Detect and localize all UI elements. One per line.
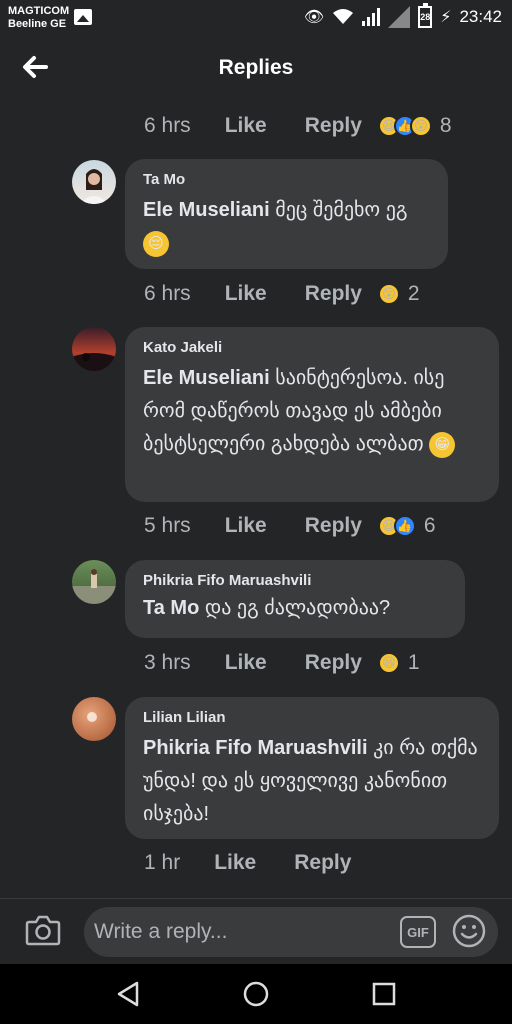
reply-button[interactable]: Reply	[305, 514, 362, 538]
mention-link[interactable]: Ta Mo	[143, 597, 199, 619]
reply-button[interactable]: Reply	[305, 114, 362, 138]
reply-input[interactable]: Write a reply... GIF	[84, 907, 498, 957]
comment-body: მეც შემეხო ეგ	[275, 199, 408, 221]
grin-emoji: 😁	[429, 431, 456, 458]
camera-icon[interactable]	[24, 913, 62, 947]
like-reaction-icon: 👍	[393, 515, 416, 537]
page-title: Replies	[218, 56, 294, 79]
signal-icon	[362, 8, 381, 26]
comment-time[interactable]: 3 hrs	[144, 651, 191, 675]
reply-composer: Write a reply... GIF	[0, 898, 512, 964]
like-button[interactable]: Like	[214, 851, 256, 875]
carrier-line2: Beeline GE	[8, 18, 67, 30]
comment-time[interactable]: 1 hr	[144, 851, 180, 875]
battery-icon: 28	[418, 3, 433, 28]
carrier-label: MAGTICOM Beeline GE	[8, 5, 69, 31]
gallery-notification-icon	[74, 9, 92, 25]
nav-home-icon[interactable]	[242, 980, 270, 1008]
comment-bubble[interactable]: Lilian Lilian Phikria Fifo Maruashvili კ…	[125, 697, 499, 839]
header: Replies	[0, 36, 512, 100]
reaction-count[interactable]: 8	[440, 114, 452, 138]
comment-author[interactable]: Ta Mo	[143, 171, 430, 188]
like-button[interactable]: Like	[225, 514, 267, 538]
haha-reaction-icon: 😆	[377, 652, 400, 674]
wow-reaction-icon: 😮	[377, 283, 400, 305]
reply-button[interactable]: Reply	[305, 282, 362, 306]
comment-time[interactable]: 5 hrs	[144, 514, 191, 538]
comment-author[interactable]: Phikria Fifo Maruashvili	[143, 572, 447, 589]
reaction-icons[interactable]: 😆	[377, 652, 400, 674]
reaction-icons[interactable]: 😮	[377, 283, 400, 305]
comment-actions: 1 hr Like Reply	[144, 851, 367, 875]
gif-label: GIF	[407, 924, 429, 940]
wow-reaction-icon: 😮	[409, 115, 432, 137]
charging-icon: ⚡	[440, 9, 452, 26]
comment-actions: 6 hrs Like Reply 😮 2	[144, 282, 420, 306]
comment-time[interactable]: 6 hrs	[144, 114, 191, 138]
system-nav-bar	[0, 964, 512, 1024]
comment-bubble[interactable]: Phikria Fifo Maruashvili Ta Mo და ეგ ძალ…	[125, 560, 465, 638]
comment-actions: 5 hrs Like Reply 😆 👍 6	[144, 514, 436, 538]
like-button[interactable]: Like	[225, 651, 267, 675]
nav-back-icon[interactable]	[115, 980, 141, 1008]
status-bar: MAGTICOM Beeline GE 👁 28 ⚡ 23:42	[0, 0, 512, 36]
comment-text: Ta Mo და ეგ ძალადობაა?	[143, 595, 447, 621]
avatar-photo	[87, 712, 97, 722]
signal-2-icon	[388, 6, 411, 28]
like-button[interactable]: Like	[225, 114, 267, 138]
comment-bubble[interactable]: Kato Jakeli Ele Museliani საინტერესოა. ი…	[125, 327, 499, 502]
comment-author[interactable]: Kato Jakeli	[143, 339, 481, 356]
wifi-icon	[333, 9, 354, 24]
eye-icon: 👁	[303, 9, 325, 26]
gif-icon[interactable]: GIF	[400, 916, 436, 948]
reaction-count[interactable]: 2	[408, 282, 420, 306]
avatar[interactable]	[72, 560, 116, 604]
comment-text: Ele Museliani საინტერესოა. ისე რომ დაწერ…	[143, 362, 481, 461]
avatar[interactable]	[72, 697, 116, 741]
reaction-count[interactable]: 1	[408, 651, 420, 675]
avatar[interactable]	[72, 160, 116, 204]
status-icons: 👁 28 ⚡ 23:42	[303, 3, 502, 28]
avatar-photo	[80, 169, 108, 204]
comment-bubble[interactable]: Ta Mo Ele Museliani მეც შემეხო ეგ 😔	[125, 159, 448, 269]
mention-link[interactable]: Ele Museliani	[143, 367, 270, 389]
clock: 23:42	[459, 7, 502, 26]
reply-button[interactable]: Reply	[305, 651, 362, 675]
mention-link[interactable]: Ele Museliani	[143, 199, 270, 221]
avatar-photo	[72, 353, 116, 371]
reply-input-placeholder: Write a reply...	[94, 920, 228, 943]
comment-actions: 3 hrs Like Reply 😆 1	[144, 651, 420, 675]
battery-level: 28	[420, 12, 431, 22]
reaction-count[interactable]: 6	[424, 514, 436, 538]
comment-text: Phikria Fifo Maruashvili კი რა თქმა უნდა…	[143, 732, 481, 831]
carrier-line1: MAGTICOM	[8, 5, 70, 17]
comment-body: და ეგ ძალადობაა?	[204, 597, 391, 619]
comment-time[interactable]: 6 hrs	[144, 282, 191, 306]
comment-author[interactable]: Lilian Lilian	[143, 709, 481, 726]
avatar-photo	[72, 569, 116, 604]
avatar[interactable]	[72, 327, 116, 371]
pensive-emoji: 😔	[143, 230, 169, 257]
reaction-icons[interactable]: 😆 👍 😮	[377, 115, 432, 137]
comment-text: Ele Museliani მეც შემეხო ეგ 😔	[143, 194, 430, 260]
parent-comment-actions: 6 hrs Like Reply 😆 👍 😮 8	[144, 114, 452, 138]
nav-recents-icon[interactable]	[371, 980, 397, 1008]
emoji-icon[interactable]	[452, 914, 486, 948]
reaction-icons[interactable]: 😆 👍	[377, 515, 416, 537]
like-button[interactable]: Like	[225, 282, 267, 306]
reply-button[interactable]: Reply	[294, 851, 351, 875]
mention-link[interactable]: Phikria Fifo Maruashvili	[143, 737, 368, 759]
